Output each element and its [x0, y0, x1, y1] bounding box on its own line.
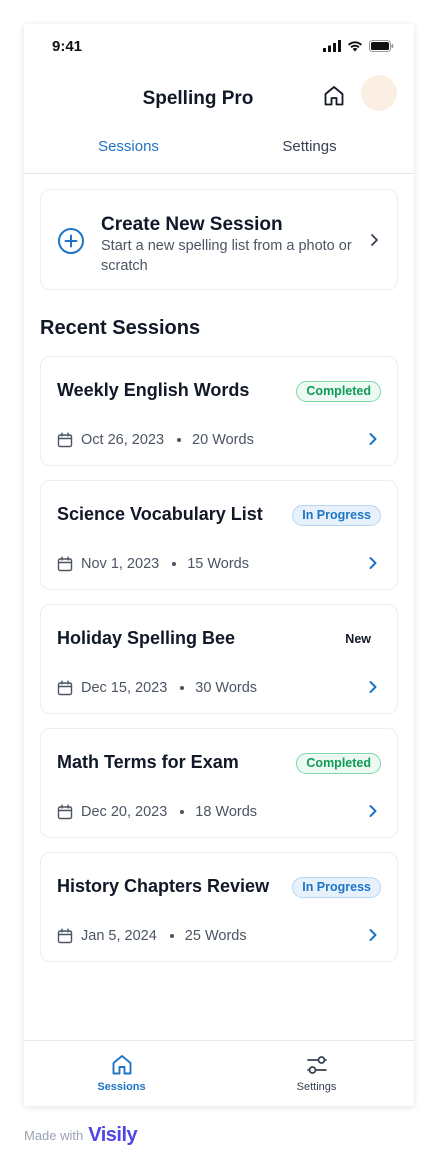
plus-circle-icon — [58, 228, 84, 254]
nav-label: Settings — [296, 1081, 337, 1093]
chevron-right-icon[interactable] — [367, 555, 379, 571]
session-meta: Dec 20, 2023 18 Words — [57, 803, 257, 821]
status-icons — [323, 40, 394, 52]
calendar-icon — [57, 432, 73, 448]
session-date: Dec 15, 2023 — [81, 680, 168, 696]
session-card[interactable]: History Chapters Review In Progress Jan … — [40, 852, 398, 962]
home-icon — [324, 86, 344, 106]
session-card[interactable]: Science Vocabulary List In Progress Nov … — [40, 480, 398, 590]
calendar-icon — [57, 928, 73, 944]
calendar-icon — [57, 804, 73, 820]
bottom-navigation: Sessions Settings — [24, 1040, 414, 1106]
session-card[interactable]: Holiday Spelling Bee New Dec 15, 2023 30… — [40, 604, 398, 714]
battery-icon — [369, 40, 394, 52]
session-word-count: 18 Words — [195, 804, 258, 820]
chevron-right-icon — [371, 234, 378, 246]
sliders-icon — [307, 1056, 327, 1074]
chevron-right-icon[interactable] — [367, 803, 379, 819]
create-session-subtitle: Start a new spelling list from a photo o… — [101, 238, 352, 274]
session-title: Math Terms for Exam — [57, 752, 239, 772]
recent-sessions-heading: Recent Sessions — [40, 317, 201, 339]
visily-logo: Visily — [88, 1124, 138, 1146]
chevron-right-icon[interactable] — [367, 927, 379, 943]
separator-dot — [180, 686, 185, 690]
tab-bar: Sessions Settings — [24, 128, 414, 174]
session-title: Science Vocabulary List — [57, 504, 263, 524]
home-button[interactable] — [322, 84, 346, 108]
session-date: Oct 26, 2023 — [81, 432, 165, 448]
status-badge: In Progress — [292, 877, 381, 898]
status-time: 9:41 — [52, 38, 83, 55]
session-title: Holiday Spelling Bee — [57, 628, 236, 648]
chevron-right-icon[interactable] — [367, 431, 379, 447]
session-title: History Chapters Review — [57, 876, 270, 896]
cellular-signal-icon — [323, 40, 341, 52]
session-card[interactable]: Weekly English Words Completed Oct 26, 2… — [40, 356, 398, 466]
session-card[interactable]: Math Terms for Exam Completed Dec 20, 20… — [40, 728, 398, 838]
status-badge: New — [345, 632, 371, 646]
phone-frame: 9:41 Spelling Pro Sessions Settings Crea… — [24, 24, 414, 1106]
session-meta: Dec 15, 2023 30 Words — [57, 679, 257, 697]
separator-dot — [172, 562, 177, 566]
create-new-session-card[interactable]: Create New Session Start a new spelling … — [40, 189, 398, 290]
session-meta: Nov 1, 2023 15 Words — [57, 555, 249, 573]
status-bar: 9:41 — [24, 24, 414, 68]
status-badge: In Progress — [292, 505, 381, 526]
status-badge: Completed — [296, 381, 381, 402]
home-icon — [112, 1055, 132, 1075]
nav-item-sessions[interactable]: Sessions — [24, 1041, 219, 1106]
calendar-icon — [57, 680, 73, 696]
made-with-footer: Made with Visily — [24, 1124, 138, 1147]
separator-dot — [169, 934, 174, 938]
avatar[interactable] — [361, 75, 397, 111]
nav-item-settings[interactable]: Settings — [219, 1041, 414, 1106]
tab-settings[interactable]: Settings — [219, 128, 400, 174]
session-meta: Jan 5, 2024 25 Words — [57, 927, 247, 945]
session-date: Dec 20, 2023 — [81, 804, 168, 820]
separator-dot — [180, 810, 185, 814]
made-with-text: Made with — [24, 1128, 84, 1143]
create-session-title: Create New Session — [101, 214, 283, 235]
session-word-count: 30 Words — [195, 680, 258, 696]
session-word-count: 20 Words — [192, 432, 254, 448]
tab-sessions[interactable]: Sessions — [38, 128, 219, 174]
status-badge: Completed — [296, 753, 381, 774]
session-title: Weekly English Words — [57, 380, 250, 400]
session-word-count: 25 Words — [184, 928, 247, 944]
session-word-count: 15 Words — [187, 556, 249, 572]
session-date: Nov 1, 2023 — [81, 556, 160, 572]
app-title: Spelling Pro — [142, 88, 254, 109]
nav-label: Sessions — [97, 1081, 146, 1093]
session-meta: Oct 26, 2023 20 Words — [57, 431, 254, 449]
separator-dot — [177, 438, 182, 442]
calendar-icon — [57, 556, 73, 572]
wifi-icon — [348, 41, 362, 52]
chevron-right-icon[interactable] — [367, 679, 379, 695]
app-header: Spelling Pro — [24, 68, 414, 128]
session-date: Jan 5, 2024 — [81, 928, 157, 944]
